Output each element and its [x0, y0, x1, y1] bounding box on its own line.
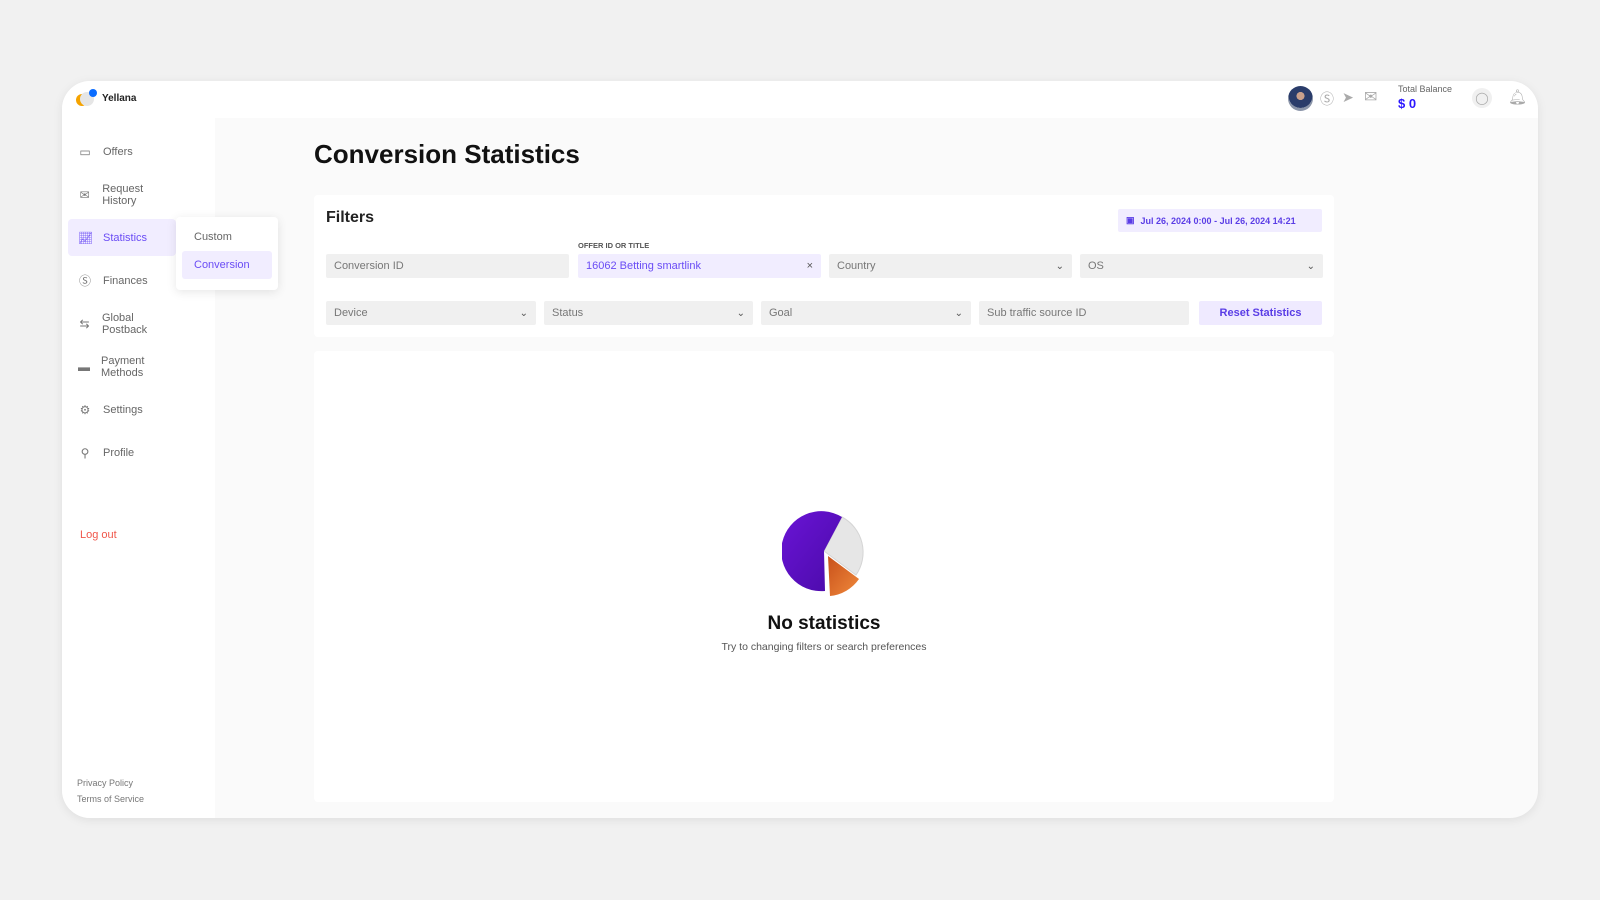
status-select[interactable]: Status ⌄ [544, 301, 753, 325]
offer-select[interactable]: 16062 Betting smartlink × [578, 254, 821, 278]
total-balance: Total Balance $ 0 [1398, 84, 1452, 111]
sidebar-item-offers[interactable]: ▭ Offers [68, 133, 176, 170]
goal-select[interactable]: Goal ⌄ [761, 301, 971, 325]
pie-chart-icon [782, 511, 864, 596]
sidebar-item-label: Offers [103, 145, 133, 158]
sidebar-item-request-history[interactable]: ✉ Request History [68, 176, 176, 213]
filters-panel: Filters ▣ Jul 26, 2024 0:00 - Jul 26, 202… [314, 195, 1334, 337]
skype-icon[interactable]: Ⓢ [1320, 89, 1334, 109]
card-icon: ▬ [78, 359, 90, 374]
placeholder: Sub traffic source ID [987, 307, 1087, 319]
sidebar-item-statistics[interactable]: 📈︎ Statistics [68, 219, 176, 256]
sidebar-item-label: Global Postback [101, 311, 148, 336]
statistics-submenu: Custom Conversion [176, 217, 278, 290]
sidebar-item-label: Finances [103, 274, 148, 287]
sidebar-item-label: Settings [103, 403, 143, 416]
logout-link[interactable]: Log out [80, 529, 117, 541]
sidebar-item-label: Request History [102, 182, 144, 207]
submenu-item-custom[interactable]: Custom [182, 223, 272, 251]
balance-value: $ 0 [1398, 96, 1417, 111]
submenu-item-conversion[interactable]: Conversion [182, 251, 272, 279]
os-label: OS [1088, 260, 1104, 272]
top-bar: Yellana Ⓢ ➤ ✉ Total Balance $ 0 ◯ 🔔︎ [62, 81, 1538, 118]
telegram-icon[interactable]: ➤ [1342, 89, 1354, 106]
date-range-value: Jul 26, 2024 0:00 - Jul 26, 2024 14:21 [1140, 215, 1296, 226]
placeholder: Conversion ID [334, 260, 404, 272]
sidebar-item-finances[interactable]: Ⓢ Finances [68, 262, 176, 299]
mail-icon: ✉ [79, 187, 90, 202]
brand-name: Yellana [102, 92, 137, 104]
terms-link[interactable]: Terms of Service [77, 794, 144, 804]
folder-icon: ▭ [79, 144, 91, 159]
sidebar-item-profile[interactable]: ⚲ Profile [68, 434, 176, 471]
status-label: Status [552, 307, 584, 319]
app-window: Yellana Ⓢ ➤ ✉ Total Balance $ 0 ◯ 🔔︎ ▭ Off… [62, 81, 1538, 818]
sidebar-item-label: Payment Methods [101, 354, 145, 379]
sidebar-item-payment-methods[interactable]: ▬ Payment Methods [68, 348, 176, 385]
country-label: Country [837, 260, 876, 272]
conversion-id-input[interactable]: Conversion ID [326, 254, 569, 278]
logo[interactable]: Yellana [76, 89, 136, 107]
arrows-icon: ⇆ [79, 316, 90, 331]
chevron-down-icon: ⌄ [1306, 260, 1315, 272]
gear-icon: ⚙ [79, 402, 91, 417]
chevron-down-icon: ⌄ [954, 307, 963, 319]
sidebar-item-label: Profile [103, 446, 135, 459]
privacy-policy-link[interactable]: Privacy Policy [77, 778, 133, 788]
sidebar-item-settings[interactable]: ⚙ Settings [68, 391, 176, 428]
chart-icon: 📈︎ [78, 230, 94, 245]
offer-label: OFFER ID OR TITLE [578, 241, 650, 250]
mail-icon[interactable]: ✉ [1364, 87, 1377, 107]
user-icon[interactable]: ◯ [1472, 88, 1492, 108]
user-icon: ⚲ [80, 445, 90, 460]
chevron-down-icon: ⌄ [736, 307, 745, 319]
filters-title: Filters [326, 209, 375, 226]
calendar-icon: ▣ [1126, 215, 1135, 225]
offer-value: 16062 Betting smartlink [586, 260, 701, 272]
empty-title: No statistics [767, 613, 881, 634]
balance-label: Total Balance [1398, 84, 1453, 94]
dollar-icon: Ⓢ [78, 274, 91, 288]
reset-statistics-button[interactable]: Reset Statistics [1199, 301, 1322, 325]
chevron-down-icon: ⌄ [519, 307, 528, 319]
page-title: Conversion Statistics [314, 139, 580, 169]
chevron-down-icon: ⌄ [1055, 260, 1064, 272]
bell-icon[interactable]: 🔔︎ [1508, 88, 1527, 106]
device-label: Device [334, 307, 368, 319]
empty-subtitle: Try to changing filters or search prefer… [721, 641, 927, 653]
sub-source-input[interactable]: Sub traffic source ID [979, 301, 1189, 325]
goal-label: Goal [769, 307, 793, 319]
country-select[interactable]: Country ⌄ [829, 254, 1072, 278]
date-range-picker[interactable]: ▣ Jul 26, 2024 0:00 - Jul 26, 2024 14:21 [1118, 209, 1322, 232]
clear-icon[interactable]: × [807, 260, 813, 272]
device-select[interactable]: Device ⌄ [326, 301, 536, 325]
sidebar-item-label: Statistics [103, 231, 148, 244]
empty-state-panel: No statistics Try to changing filters or… [314, 351, 1334, 802]
manager-avatar[interactable] [1288, 86, 1313, 111]
os-select[interactable]: OS ⌄ [1080, 254, 1323, 278]
sidebar-item-global-postback[interactable]: ⇆ Global Postback [68, 305, 176, 342]
